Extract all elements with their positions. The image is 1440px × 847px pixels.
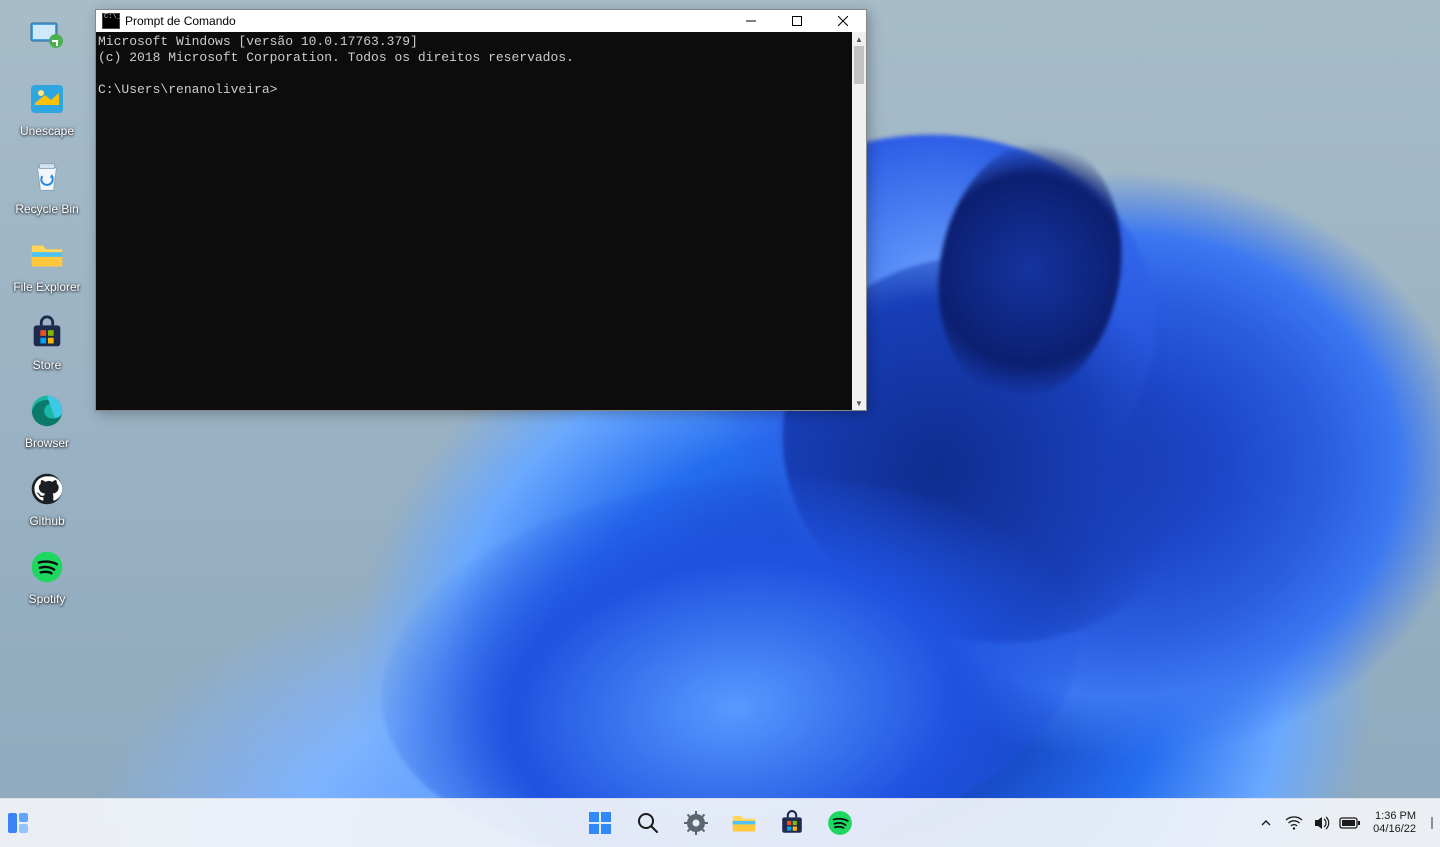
chevron-up-icon (1260, 817, 1272, 829)
icon-label: Spotify (29, 592, 66, 606)
search-icon (636, 811, 660, 835)
desktop-icon-recycle-bin[interactable]: Recycle Bin (8, 156, 86, 216)
file-explorer-icon (26, 234, 68, 276)
desktop-icons: Unescape Recycle Bin File (0, 0, 94, 620)
taskbar-store[interactable] (772, 803, 812, 843)
tray-overflow-button[interactable] (1253, 803, 1279, 843)
icon-label: Browser (25, 436, 69, 450)
volume-button[interactable] (1309, 803, 1335, 843)
system-tray: 1:36 PM 04/16/22 (1253, 799, 1438, 847)
icon-label: Github (29, 514, 64, 528)
scroll-down-arrow-icon[interactable]: ▼ (852, 396, 866, 410)
minimize-button[interactable] (728, 10, 774, 32)
search-button[interactable] (628, 803, 668, 843)
cmd-app-icon (102, 13, 120, 29)
taskbar: 1:36 PM 04/16/22 (0, 798, 1440, 847)
terminal-line: Microsoft Windows [versão 10.0.17763.379… (98, 34, 418, 49)
desktop-icon-unescape[interactable]: Unescape (8, 78, 86, 138)
settings-button[interactable] (676, 803, 716, 843)
close-button[interactable] (820, 10, 866, 32)
desktop-icon-file-explorer[interactable]: File Explorer (8, 234, 86, 294)
unescape-icon (26, 78, 68, 120)
github-icon (26, 468, 68, 510)
scroll-up-arrow-icon[interactable]: ▲ (852, 32, 866, 46)
edge-browser-icon (26, 390, 68, 432)
start-button[interactable] (580, 803, 620, 843)
icon-label: File Explorer (13, 280, 80, 294)
store-icon (778, 809, 806, 837)
taskbar-center (580, 803, 860, 843)
clock-button[interactable]: 1:36 PM 04/16/22 (1365, 810, 1424, 836)
icon-label: Store (33, 358, 62, 372)
notifications-button[interactable] (1426, 803, 1438, 843)
command-prompt-window[interactable]: Prompt de Comando Microsoft Windows [ver… (95, 9, 867, 411)
widgets-button[interactable] (4, 806, 34, 840)
window-controls (728, 10, 866, 32)
speaker-icon (1313, 814, 1331, 832)
terminal-output[interactable]: Microsoft Windows [versão 10.0.17763.379… (96, 32, 852, 410)
terminal-prompt: C:\Users\renanoliveira> (98, 82, 277, 97)
desktop-icon-browser[interactable]: Browser (8, 390, 86, 450)
taskbar-spotify[interactable] (820, 803, 860, 843)
battery-icon (1339, 816, 1361, 830)
clock-date: 04/16/22 (1373, 823, 1416, 836)
terminal-line: (c) 2018 Microsoft Corporation. Todos os… (98, 50, 574, 65)
terminal-scrollbar[interactable]: ▲ ▼ (852, 32, 866, 410)
gear-icon (683, 810, 709, 836)
wifi-icon (1285, 814, 1303, 832)
desktop-icon-github[interactable]: Github (8, 468, 86, 528)
battery-button[interactable] (1337, 803, 1363, 843)
icon-label: Unescape (20, 124, 74, 138)
taskbar-left (4, 799, 34, 847)
spotify-icon (826, 809, 854, 837)
desktop-icon-this-pc[interactable] (8, 14, 86, 60)
scrollbar-thumb[interactable] (854, 46, 864, 84)
clock-time: 1:36 PM (1375, 810, 1416, 823)
file-explorer-icon (730, 809, 758, 837)
recycle-bin-icon (26, 156, 68, 198)
desktop-icon-store[interactable]: Store (8, 312, 86, 372)
desktop[interactable]: Unescape Recycle Bin File (0, 0, 1440, 847)
computer-icon (26, 14, 68, 56)
window-titlebar[interactable]: Prompt de Comando (96, 10, 866, 32)
spotify-icon (26, 546, 68, 588)
desktop-icon-spotify[interactable]: Spotify (8, 546, 86, 606)
wifi-button[interactable] (1281, 803, 1307, 843)
store-icon (26, 312, 68, 354)
maximize-button[interactable] (774, 10, 820, 32)
window-title: Prompt de Comando (125, 14, 236, 28)
icon-label: Recycle Bin (15, 202, 78, 216)
taskbar-file-explorer[interactable] (724, 803, 764, 843)
